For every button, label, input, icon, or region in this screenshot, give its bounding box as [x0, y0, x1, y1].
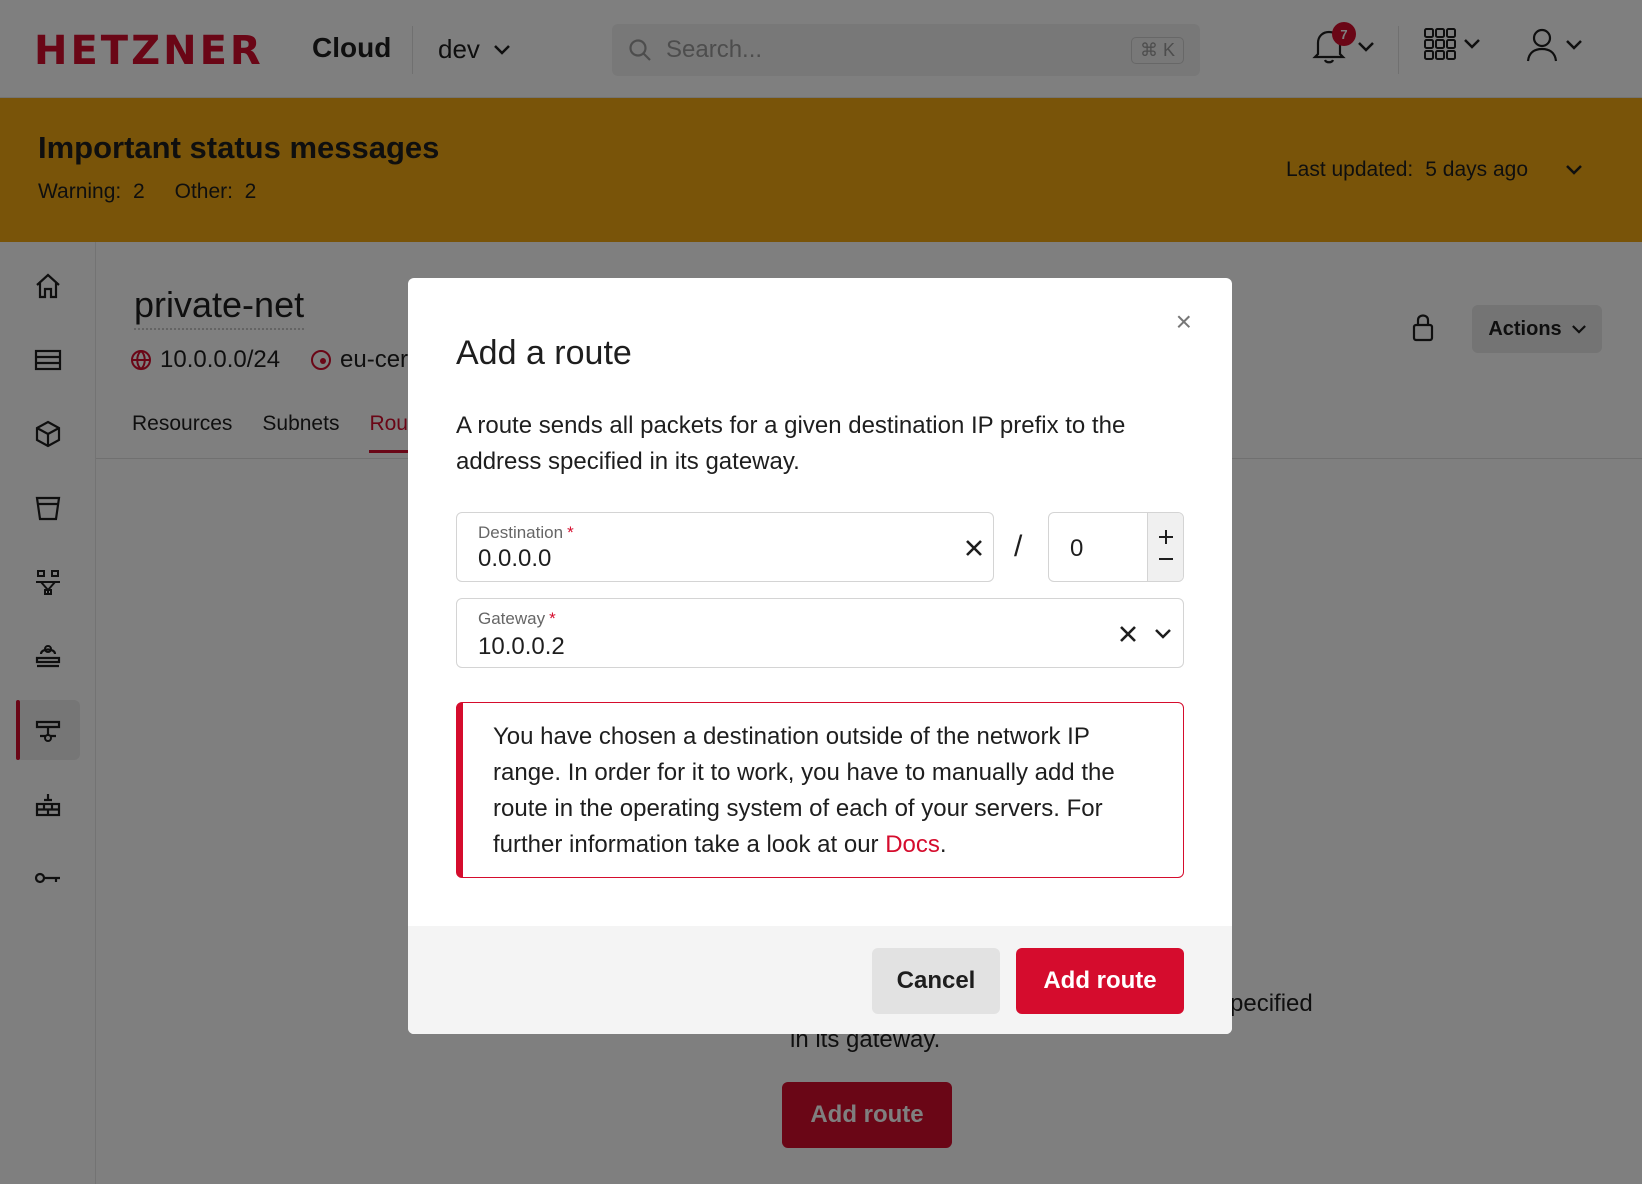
chevron-down-icon[interactable] — [1155, 629, 1171, 639]
add-route-button[interactable]: Add route — [1016, 948, 1184, 1014]
gateway-label: Gateway * — [478, 609, 556, 629]
modal-description: A route sends all packets for a given de… — [456, 412, 1126, 475]
minus-icon[interactable] — [1158, 551, 1174, 567]
gateway-select[interactable]: Gateway * 10.0.0.2 — [456, 598, 1184, 668]
alert-end: . — [939, 831, 947, 858]
prefix-length-input[interactable]: 0 — [1070, 535, 1083, 563]
gateway-label-text: Gateway — [478, 609, 546, 628]
route-warning-alert: You have chosen a destination outside of… — [456, 702, 1184, 878]
modal-title: Add a route — [456, 334, 632, 372]
destination-field[interactable]: Destination * 0.0.0.0 — [456, 512, 994, 582]
cancel-button[interactable]: Cancel — [872, 948, 1000, 1014]
required-marker: * — [549, 609, 556, 628]
gateway-value: 10.0.0.2 — [478, 633, 565, 660]
clear-gateway-icon[interactable] — [1119, 625, 1137, 643]
docs-link[interactable]: Docs — [885, 831, 940, 858]
required-marker: * — [567, 523, 574, 542]
prefix-length-stepper[interactable]: 0 — [1048, 512, 1184, 582]
destination-label: Destination * — [478, 523, 574, 543]
plus-icon[interactable] — [1158, 529, 1174, 545]
stepper-controls — [1147, 513, 1183, 581]
modal-footer: Cancel Add route — [408, 926, 1232, 1034]
clear-destination-icon[interactable] — [965, 539, 983, 557]
close-icon[interactable]: × — [1176, 308, 1192, 336]
destination-input[interactable]: 0.0.0.0 — [478, 545, 551, 573]
alert-text: You have chosen a destination outside of… — [493, 723, 1115, 858]
add-route-modal: × Add a route A route sends all packets … — [408, 278, 1232, 1034]
prefix-separator: / — [1014, 530, 1023, 563]
destination-label-text: Destination — [478, 523, 564, 542]
